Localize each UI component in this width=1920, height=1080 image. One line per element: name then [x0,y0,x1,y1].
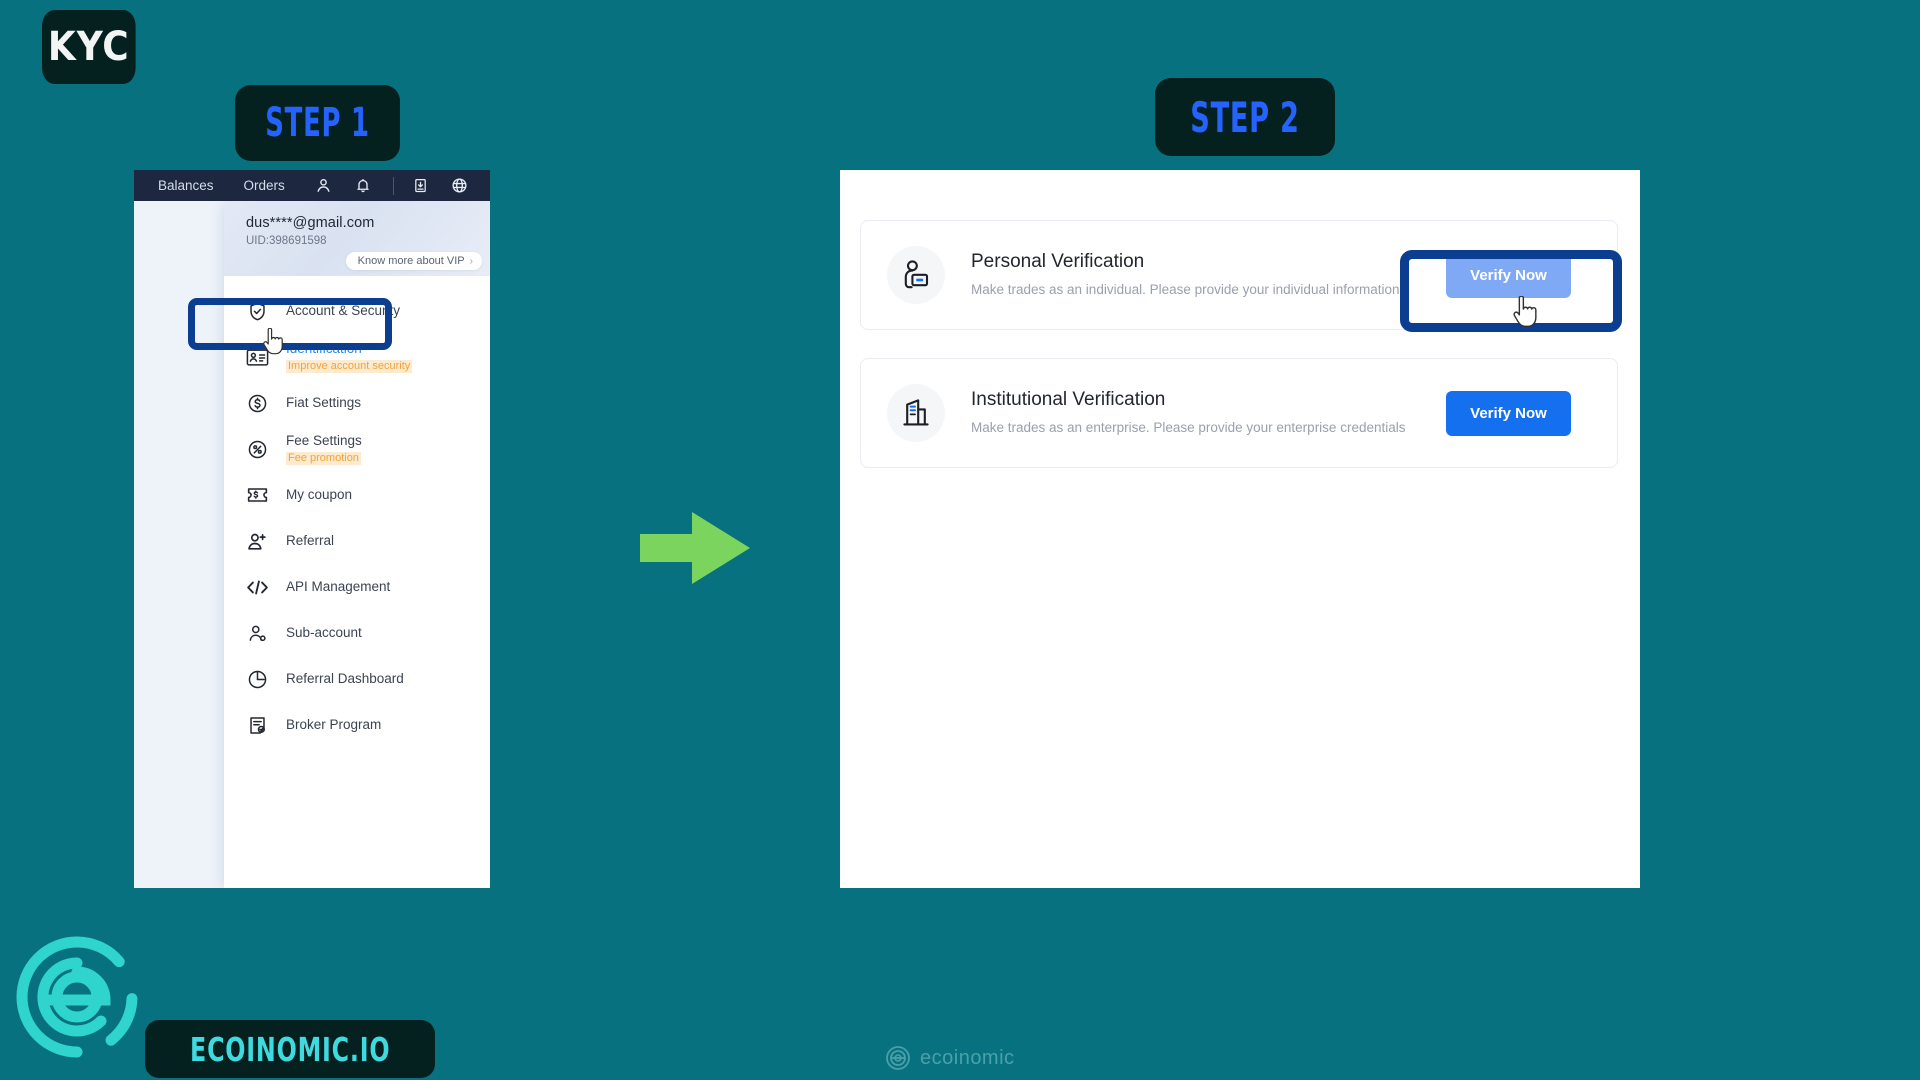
shield-check-icon [244,298,270,324]
menu-item-referral-dashboard[interactable]: Referral Dashboard [224,656,490,702]
chevron-right-icon: › [469,255,473,267]
menu-label: API Management [286,578,391,594]
menu-item-api-management[interactable]: API Management [224,564,490,610]
account-dropdown-menu: dus****@gmail.com UID:398691598 Know mor… [224,201,490,888]
step-2-label: STEP 2 [1190,92,1300,142]
card-title: Institutional Verification [971,388,1166,410]
personal-verification-icon [887,246,945,304]
menu-item-referral[interactable]: Referral [224,518,490,564]
menu-label: Broker Program [286,716,382,732]
user-plus-icon [244,528,270,554]
watermark-text: ecoinomic [920,1046,1015,1069]
dropdown-account-header: dus****@gmail.com UID:398691598 Know mor… [224,201,490,276]
sub-account-icon [244,620,270,646]
pie-clock-icon [244,666,270,692]
user-icon[interactable] [315,175,332,197]
account-uid: UID:398691598 [246,235,327,247]
menu-item-fee-settings[interactable]: Fee Settings Fee promotion [224,426,490,472]
top-navigation-bar: Balances Orders [134,170,490,201]
coupon-icon [244,482,270,508]
menu-item-sub-account[interactable]: Sub-account [224,610,490,656]
menu-label: My coupon [286,486,353,502]
card-description: Make trades as an enterprise. Please pro… [971,419,1406,435]
dollar-circle-icon [244,390,270,416]
menu-item-identification[interactable]: Identification Improve account security [224,334,490,380]
menu-label: Fiat Settings [286,394,362,410]
flow-arrow-icon [640,512,750,584]
globe-icon[interactable] [451,175,468,197]
bell-icon[interactable] [354,175,371,197]
menu-sublabel: Improve account security [286,359,413,374]
personal-verification-card: Personal Verification Make trades as an … [860,220,1618,330]
vip-chip-label: Know more about VIP [357,255,465,267]
ecoinomic-brand-pill: ECOINOMIC.IO [145,1020,436,1078]
menu-sublabel: Fee promotion [286,451,361,466]
menu-label: Referral [286,532,335,548]
personal-verify-now-button[interactable]: Verify Now [1446,252,1571,298]
institutional-verification-icon [887,384,945,442]
nav-divider [393,176,394,195]
institutional-verification-card: Institutional Verification Make trades a… [860,358,1618,468]
menu-label: Fee Settings [286,432,362,448]
dropdown-menu-list: Account & Security Identification Improv… [224,276,490,748]
watermark-logo-icon [886,1046,910,1070]
institutional-verify-now-button[interactable]: Verify Now [1446,390,1571,436]
step-2-screenshot-panel: Personal Verification Make trades as an … [840,170,1640,888]
nav-item-orders[interactable]: Orders [244,178,285,193]
nav-item-balances[interactable]: Balances [158,178,214,193]
kyc-badge: KYC [42,10,136,84]
step-1-badge: STEP 1 [235,85,400,161]
menu-label: Identification [286,340,362,356]
menu-item-fiat-settings[interactable]: Fiat Settings [224,380,490,426]
page-background: dus****@gmail.com UID:398691598 Know mor… [134,201,490,888]
step-1-label: STEP 1 [265,100,370,146]
menu-label: Account & Security [286,302,401,318]
menu-label: Sub-account [286,624,362,640]
account-email: dus****@gmail.com [246,215,375,231]
menu-item-broker-program[interactable]: Broker Program [224,702,490,748]
ecoinomic-brand-label: ECOINOMIC.IO [190,1029,391,1069]
id-card-icon [244,344,270,370]
menu-item-account-security[interactable]: Account & Security [224,288,490,334]
percent-circle-icon [244,436,270,462]
kyc-badge-label: KYC [47,24,130,70]
card-description: Make trades as an individual. Please pro… [971,281,1400,297]
step-2-badge: STEP 2 [1155,78,1335,156]
document-check-icon [244,712,270,738]
ecoinomic-logo-mark [10,930,145,1065]
menu-item-my-coupon[interactable]: My coupon [224,472,490,518]
step-1-screenshot-panel: Balances Orders dus****@gmail.com UID:39… [134,170,490,888]
download-box-icon[interactable] [412,175,429,197]
card-title: Personal Verification [971,250,1145,272]
code-icon [244,574,270,600]
ecoinomic-watermark: ecoinomic [885,1045,1015,1071]
menu-label: Referral Dashboard [286,670,404,686]
know-more-about-vip-chip[interactable]: Know more about VIP › [345,252,482,270]
